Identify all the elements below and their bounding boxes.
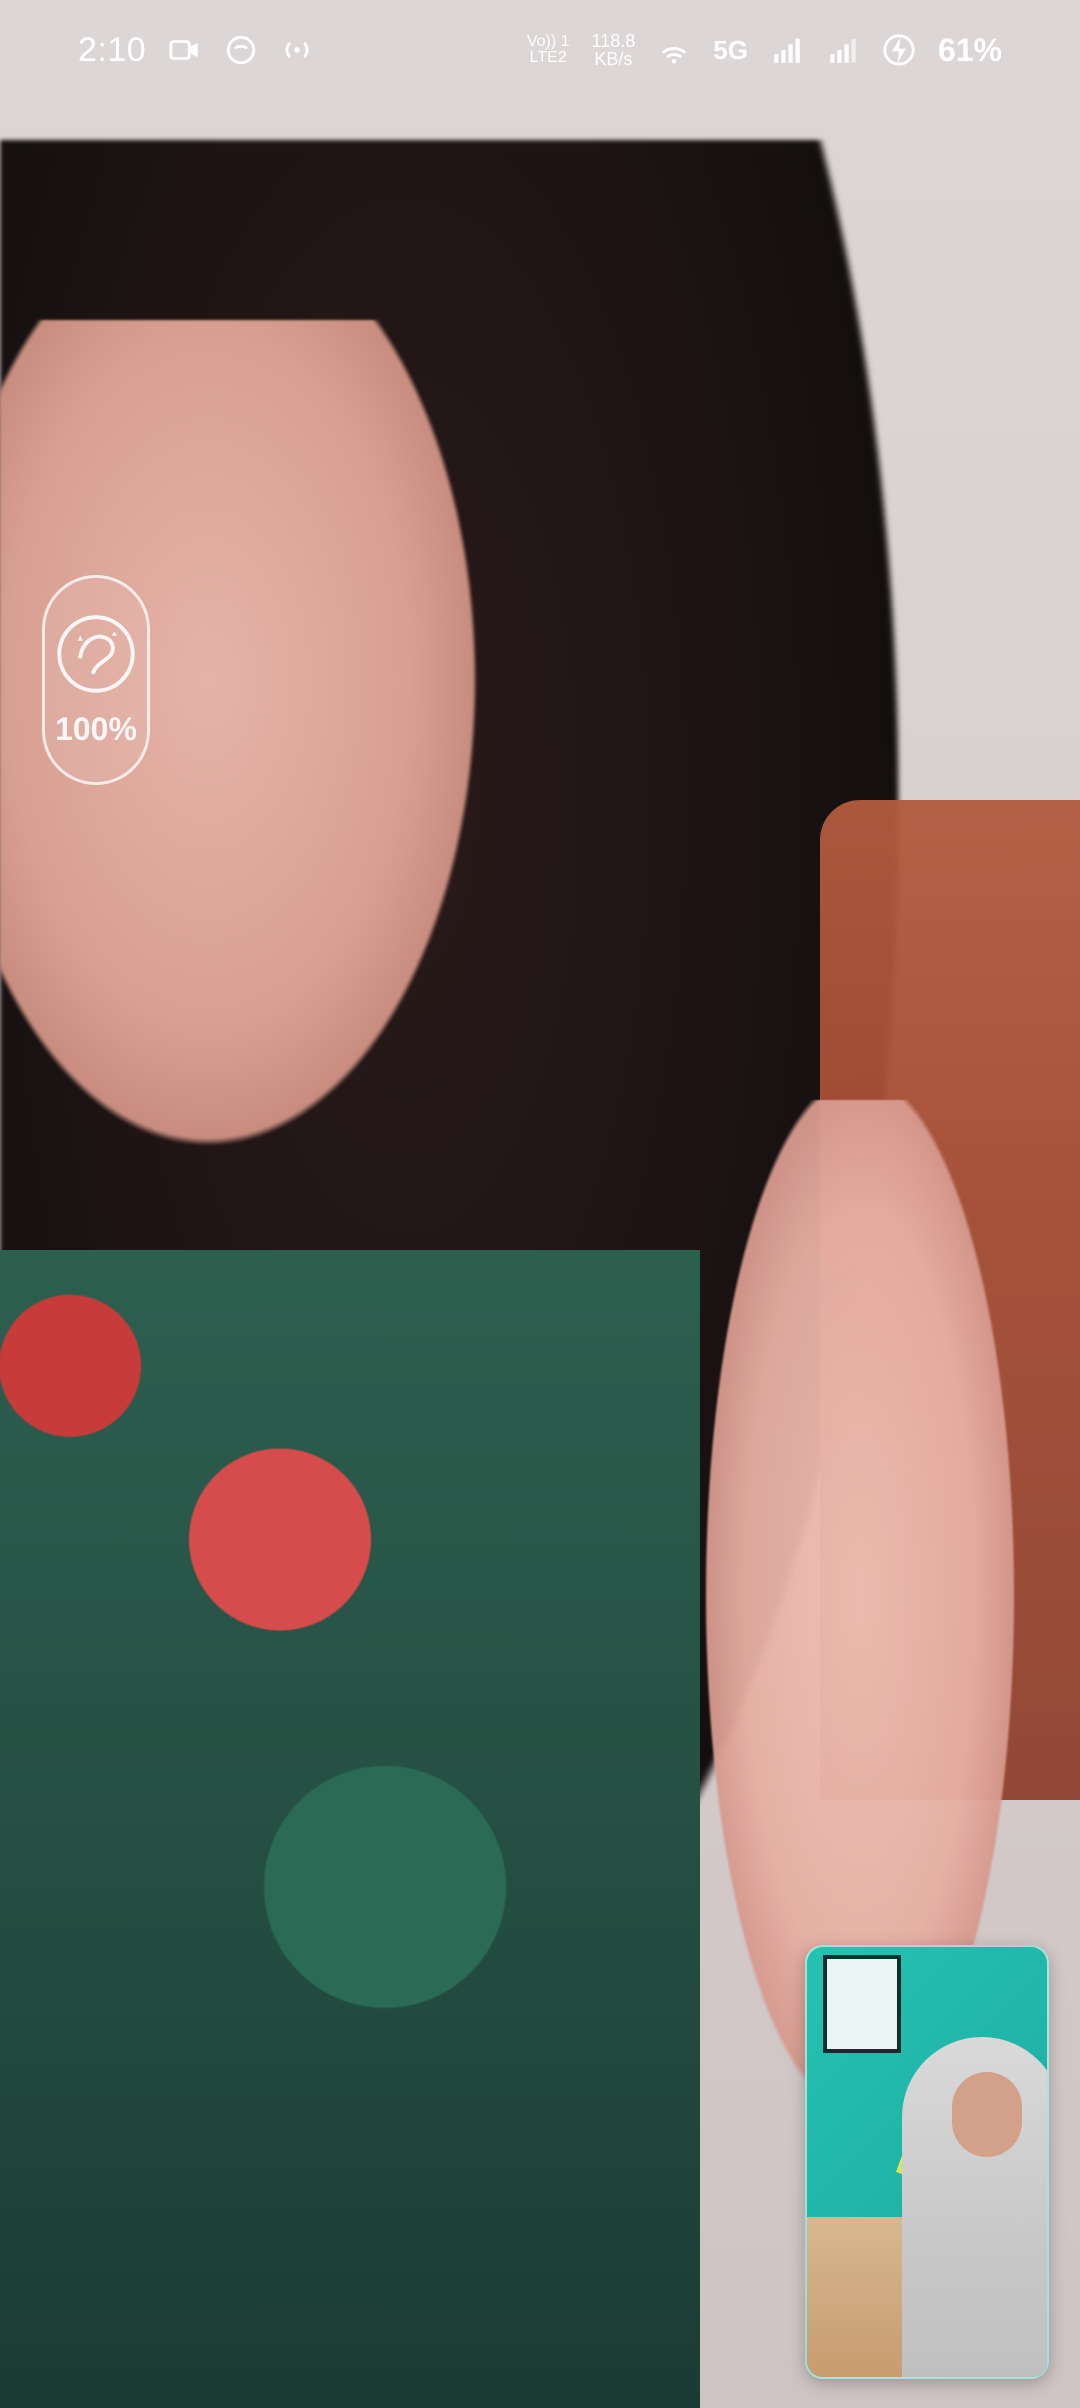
battery-percent: 61% — [937, 31, 1002, 68]
status-time: 2:10 — [78, 30, 147, 69]
charging-icon — [882, 33, 916, 67]
beauty-face-icon — [54, 612, 138, 701]
wifi-icon — [657, 33, 691, 67]
signal-bars-icon — [770, 33, 804, 67]
self-preview-face — [952, 2072, 1022, 2157]
broadcast-icon — [280, 33, 314, 67]
hotspot-face-icon — [224, 33, 258, 67]
network-type: 5G — [713, 34, 748, 65]
signal-bars-secondary-icon — [826, 33, 860, 67]
volte-bottom: LTE2 — [529, 49, 567, 66]
speed-value: 118.8 — [591, 31, 636, 51]
remote-person-clothes — [0, 1250, 700, 2408]
self-video-preview[interactable] — [805, 1945, 1049, 2379]
speed-unit: KB/s — [594, 49, 633, 69]
volte-top: Vo)) 1 — [526, 33, 570, 50]
beauty-percent: 100% — [55, 711, 137, 747]
status-right: Vo)) 1 LTE2 118.8 KB/s 5G 61% — [527, 32, 1002, 69]
status-bar: 2:10 Vo)) 1 LTE2 118.8 KB/s 5G 61% — [0, 0, 1080, 100]
beauty-filter-toggle[interactable]: 100% — [42, 575, 150, 785]
volte-indicator: Vo)) 1 LTE2 — [527, 34, 570, 66]
video-camera-icon — [168, 33, 202, 67]
self-preview-window — [823, 1955, 901, 2053]
network-speed: 118.8 KB/s — [592, 32, 636, 68]
status-left: 2:10 — [78, 31, 314, 70]
